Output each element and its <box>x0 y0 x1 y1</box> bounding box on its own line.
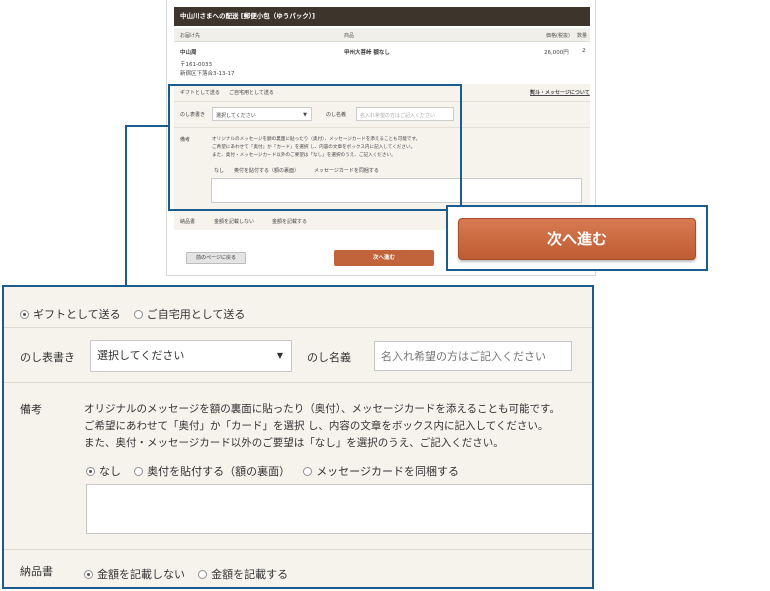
noshi-label: のし表書き <box>20 351 75 364</box>
home-option[interactable]: ご自宅用として送る <box>133 306 245 322</box>
gift-type-radios: ギフトとして送る ご自宅用として送る <box>20 303 592 322</box>
recipient-name: 中山周 <box>180 50 197 56</box>
col-qty: 数量 <box>577 33 588 39</box>
product-price: 26,000円 <box>544 50 569 56</box>
radio-icon <box>134 467 144 476</box>
product-name: 甲州大菩峠 額なし <box>344 50 390 56</box>
message-okuduke-option[interactable]: 奥付を貼付する（額の裏面） <box>134 463 290 479</box>
divider <box>4 382 592 383</box>
radio-selected-icon <box>20 310 29 319</box>
noshi-select[interactable]: 選択してください ▼ <box>90 340 292 372</box>
divider <box>4 549 592 550</box>
remarks-text-3: また、奥付・メッセージカード以外のご要望は「なし」を選択のうえ、ご記入ください。 <box>84 437 504 449</box>
next-button[interactable]: 次へ進む <box>458 218 696 260</box>
mini-invoice-no-amount[interactable]: 金額を記載しない <box>214 218 254 225</box>
noshi-name-label: のし名義 <box>307 351 351 364</box>
order-table-header: お届け先 商品 価格(税抜) 数量 <box>174 28 590 42</box>
invoice-no-amount-option[interactable]: 金額を記載しない <box>84 566 185 582</box>
message-none-option[interactable]: なし <box>86 463 121 479</box>
mini-next-button[interactable]: 次へ進む <box>334 250 434 266</box>
divider <box>4 327 592 328</box>
mini-back-button[interactable]: 前のページに戻る <box>186 252 246 264</box>
order-row: 中山周 〒161-0033 新宿区下落合3-13-17 甲州大菩峠 額なし 26… <box>174 44 590 82</box>
remarks-label: 備考 <box>20 403 42 416</box>
zoomed-options-panel: ギフトとして送る ご自宅用として送る のし表書き 選択してください ▼ のし名義… <box>2 285 594 589</box>
highlight-frame <box>168 84 462 211</box>
col-product: 商品 <box>344 33 355 39</box>
col-price: 価格(税抜) <box>546 33 570 39</box>
zoomed-button-callout: 次へ進む <box>446 205 708 271</box>
message-card-option[interactable]: メッセージカードを同梱する <box>303 463 459 479</box>
invoice-label: 納品書 <box>20 565 53 578</box>
radio-selected-icon <box>86 467 95 476</box>
shipping-header: 中山川さまへの配送 [郵便小包（ゆうパック）] <box>174 7 590 26</box>
radio-icon <box>303 467 313 476</box>
recipient-zip: 〒161-0033 <box>180 62 212 68</box>
invoice-amount-option[interactable]: 金額を記載する <box>198 566 288 582</box>
connector-line <box>125 125 169 127</box>
gift-option[interactable]: ギフトとして送る <box>20 306 121 322</box>
recipient-address: 新宿区下落合3-13-17 <box>180 71 235 77</box>
radio-icon <box>133 310 143 319</box>
invoice-radios: 金額を記載しない 金額を記載する <box>84 563 592 582</box>
connector-line <box>125 125 127 285</box>
mini-invoice-amount[interactable]: 金額を記載する <box>272 218 307 225</box>
noshi-name-input[interactable] <box>374 341 572 371</box>
radio-selected-icon <box>84 570 93 579</box>
mini-invoice-label: 納品書 <box>180 219 196 225</box>
message-type-radios: なし 奥付を貼付する（額の裏面） メッセージカードを同梱する <box>86 460 592 479</box>
col-recipient: お届け先 <box>180 33 201 39</box>
product-qty: 2 <box>582 48 586 54</box>
remarks-text-1: オリジナルのメッセージを額の裏面に貼ったり（奥付）、メッセージカードを添えること… <box>84 403 560 415</box>
gift-info-link[interactable]: 熨斗・メッセージについて <box>530 89 590 96</box>
dropdown-arrow-icon: ▼ <box>276 351 283 360</box>
remarks-text-2: ご希望にあわせて「奥付」か「カード」を選択 し、内容の文章をボックス内に記入して… <box>84 420 549 432</box>
message-textarea[interactable] <box>86 484 592 534</box>
radio-icon <box>198 570 208 579</box>
